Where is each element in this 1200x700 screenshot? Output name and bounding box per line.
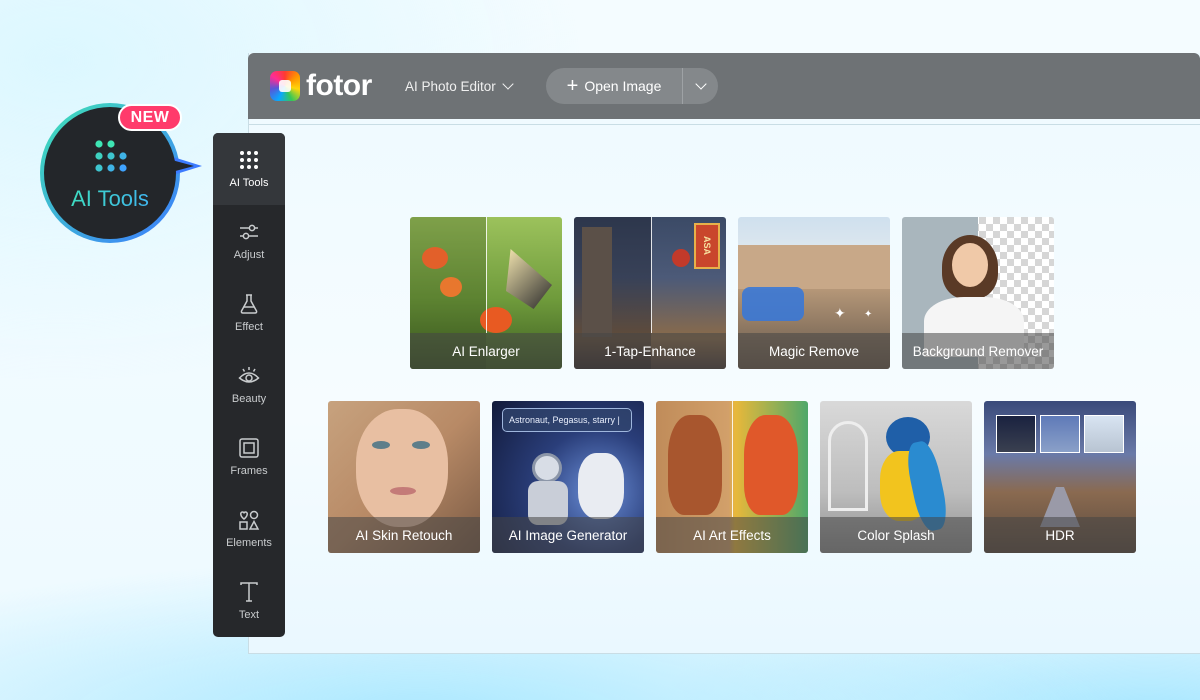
shapes-icon	[239, 510, 260, 530]
hdr-thumb-mid	[1040, 415, 1080, 453]
window-arch-image	[828, 421, 868, 511]
building-image	[582, 227, 612, 337]
hdr-thumb-dark	[996, 415, 1036, 453]
tool-card-color-splash[interactable]: Color Splash	[820, 401, 972, 553]
tool-sidebar: AI Tools Adjust Effect Beauty Frames Ele…	[213, 133, 285, 637]
callout-pointer-inner	[168, 159, 194, 173]
street-sign-image	[672, 249, 690, 267]
astronaut-image	[532, 453, 562, 483]
dog-art-image	[744, 415, 798, 515]
sidebar-item-adjust[interactable]: Adjust	[213, 205, 285, 277]
chevron-down-icon	[502, 78, 514, 90]
tool-card-label: AI Art Effects	[656, 517, 808, 553]
pegasus-image	[578, 453, 624, 519]
sidebar-item-elements[interactable]: Elements	[213, 493, 285, 565]
butterfly-image	[506, 249, 552, 309]
tool-card-label: HDR	[984, 517, 1136, 553]
open-image-label: Open Image	[584, 78, 662, 94]
sidebar-item-effect[interactable]: Effect	[213, 277, 285, 349]
sidebar-item-label: Effect	[235, 321, 263, 333]
tool-card-hdr[interactable]: HDR	[984, 401, 1136, 553]
open-image-button[interactable]: + Open Image	[546, 68, 682, 104]
compare-divider	[651, 217, 652, 333]
eye-image	[412, 441, 430, 449]
sidebar-item-label: Elements	[226, 537, 272, 549]
sidebar-item-frames[interactable]: Frames	[213, 421, 285, 493]
tool-card-ai-image-generator[interactable]: Astronaut, Pegasus, starry | AI Image Ge…	[492, 401, 644, 553]
tool-card-ai-art-effects[interactable]: AI Art Effects	[656, 401, 808, 553]
tool-card-background-remover[interactable]: Background Remover	[902, 217, 1054, 369]
tool-card-label: 1-Tap-Enhance	[574, 333, 726, 369]
tool-card-label: AI Image Generator	[492, 517, 644, 553]
sidebar-item-label: Adjust	[233, 249, 265, 261]
sidebar-item-ai-tools[interactable]: AI Tools	[213, 133, 285, 205]
sidebar-item-label: Beauty	[231, 393, 267, 405]
divider	[248, 124, 1200, 125]
tool-card-label: Magic Remove	[738, 333, 890, 369]
flower-image	[480, 307, 512, 333]
open-image-dropdown-button[interactable]	[683, 68, 718, 104]
sidebar-item-text[interactable]: Text	[213, 565, 285, 637]
shop-sign-image: ASA	[694, 223, 720, 269]
tool-card-label: AI Enlarger	[410, 333, 562, 369]
shop-sign-text: ASA	[702, 236, 712, 256]
sliders-icon	[240, 224, 258, 240]
fotor-logo[interactable]: fotor	[270, 69, 390, 103]
eye-image	[372, 441, 390, 449]
top-bar	[248, 53, 1200, 119]
tool-card-ai-enlarger[interactable]: AI Enlarger	[410, 217, 562, 369]
car-highlight-image	[742, 287, 804, 321]
sidebar-item-label: Frames	[230, 465, 268, 477]
compare-divider	[732, 401, 733, 517]
tool-card-label: Background Remover	[902, 333, 1054, 369]
chevron-down-icon	[694, 78, 707, 90]
lips-image	[390, 487, 416, 495]
tool-card-ai-skin-retouch[interactable]: AI Skin Retouch	[328, 401, 480, 553]
flower-image	[422, 247, 448, 269]
logo-text: fotor	[306, 69, 372, 102]
tool-card-label: AI Skin Retouch	[328, 517, 480, 553]
sidebar-item-label: Text	[238, 609, 260, 621]
callout-label: AI Tools	[44, 186, 176, 212]
new-badge: NEW	[118, 104, 182, 131]
eye-icon	[238, 367, 260, 383]
editor-menu-label: AI Photo Editor	[405, 78, 496, 94]
dog-image	[668, 415, 722, 515]
open-image-control: + Open Image	[546, 68, 718, 104]
tool-card-magic-remove[interactable]: ✦ ✦ Magic Remove	[738, 217, 890, 369]
flask-icon	[240, 294, 258, 314]
flower-image	[440, 277, 462, 297]
editor-menu-dropdown[interactable]: AI Photo Editor	[405, 76, 514, 96]
sparkle-icon: ✦	[834, 305, 846, 321]
hdr-thumb-bright	[1084, 415, 1124, 453]
sparkle-icon: ✦	[864, 309, 873, 320]
grid-dots-icon	[240, 151, 258, 169]
face-image	[952, 243, 988, 287]
frame-icon	[239, 438, 259, 458]
prompt-text: Astronaut, Pegasus, starry |	[509, 415, 620, 425]
face-image	[356, 409, 448, 527]
grid-dots-icon	[95, 140, 127, 172]
prompt-input-image: Astronaut, Pegasus, starry |	[502, 408, 632, 432]
text-icon	[240, 582, 258, 602]
tool-card-1-tap-enhance[interactable]: ASA 1-Tap-Enhance	[574, 217, 726, 369]
fotor-logo-icon	[270, 71, 300, 101]
sidebar-item-beauty[interactable]: Beauty	[213, 349, 285, 421]
tool-card-label: Color Splash	[820, 517, 972, 553]
building-image	[738, 245, 890, 289]
sidebar-item-label: AI Tools	[229, 177, 269, 189]
compare-divider	[486, 217, 487, 333]
plus-icon: +	[566, 75, 579, 97]
